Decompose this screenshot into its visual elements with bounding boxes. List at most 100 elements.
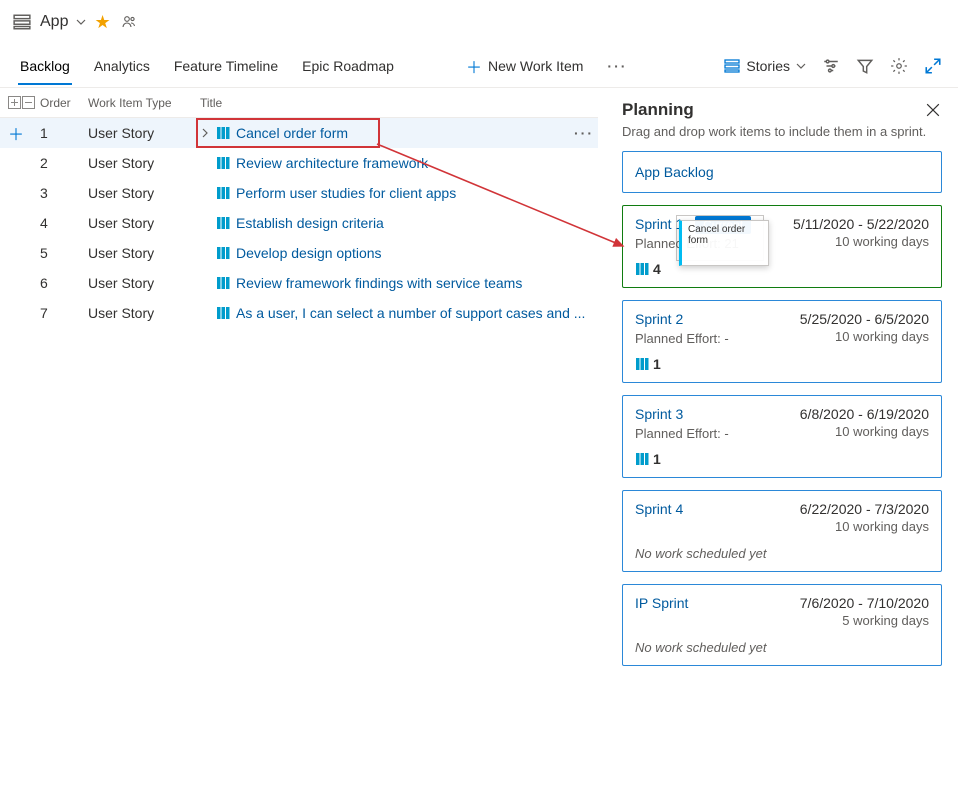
- cell-type: User Story: [88, 215, 200, 231]
- tab-backlog[interactable]: Backlog: [8, 48, 82, 84]
- cell-type: User Story: [88, 245, 200, 261]
- tab-feature-timeline[interactable]: Feature Timeline: [162, 48, 290, 84]
- fullscreen-icon[interactable]: [924, 57, 942, 75]
- table-row[interactable]: 2User Story Review architecture framework: [0, 148, 598, 178]
- table-row[interactable]: 4User Story Establish design criteria: [0, 208, 598, 238]
- add-child-button[interactable]: ＋: [8, 121, 40, 145]
- cell-order: 6: [40, 275, 88, 291]
- close-icon[interactable]: [926, 102, 942, 118]
- work-item-title: As a user, I can select a number of supp…: [236, 305, 585, 321]
- sprint-card[interactable]: Sprint 3 6/8/2020 - 6/19/2020 Planned Ef…: [622, 395, 942, 478]
- sprint-card[interactable]: IP Sprint 7/6/2020 - 7/10/2020 5 working…: [622, 584, 942, 666]
- sprint-days: 10 working days: [835, 234, 929, 251]
- cell-title[interactable]: Perform user studies for client apps: [200, 185, 598, 201]
- grid-header-row: Order Work Item Type Title: [0, 88, 598, 118]
- cell-title[interactable]: Review architecture framework: [200, 155, 598, 171]
- sprint-dates: 5/11/2020 - 5/22/2020: [793, 216, 929, 232]
- chevron-right-icon[interactable]: [200, 128, 210, 138]
- col-header-title[interactable]: Title: [200, 96, 598, 110]
- sprint-empty: No work scheduled yet: [635, 640, 929, 655]
- chevron-down-icon[interactable]: [76, 17, 86, 27]
- cell-title[interactable]: Establish design criteria: [200, 215, 598, 231]
- work-item-title: Perform user studies for client apps: [236, 185, 456, 201]
- sprint-dates: 6/8/2020 - 6/19/2020: [800, 406, 929, 422]
- cell-order: 4: [40, 215, 88, 231]
- tab-epic-roadmap[interactable]: Epic Roadmap: [290, 48, 406, 84]
- new-work-item-button[interactable]: ＋ New Work Item: [466, 54, 583, 78]
- sprint-name[interactable]: Sprint 4: [635, 501, 683, 517]
- more-actions-button[interactable]: ···: [607, 58, 627, 74]
- cell-order: 7: [40, 305, 88, 321]
- cell-order: 1: [40, 125, 88, 141]
- cell-type: User Story: [88, 125, 200, 141]
- cell-title[interactable]: Review framework findings with service t…: [200, 275, 598, 291]
- sprint-dates: 5/25/2020 - 6/5/2020: [800, 311, 929, 327]
- sprint-count: 4: [635, 261, 929, 277]
- backlog-card-label: App Backlog: [635, 164, 714, 180]
- new-work-item-label: New Work Item: [488, 58, 583, 74]
- cell-type: User Story: [88, 155, 200, 171]
- sprint-card[interactable]: Sprint 2 5/25/2020 - 6/5/2020 Planned Ef…: [622, 300, 942, 383]
- cell-title[interactable]: Cancel order form: [200, 125, 570, 141]
- cell-type: User Story: [88, 185, 200, 201]
- work-item-title: Review architecture framework: [236, 155, 428, 171]
- cell-type: User Story: [88, 275, 200, 291]
- favorite-star-icon[interactable]: ★: [94, 12, 110, 33]
- current-badge: Current: [695, 216, 751, 234]
- sprint-dates: 6/22/2020 - 7/3/2020: [800, 501, 929, 517]
- settings-gear-icon[interactable]: [890, 57, 908, 75]
- sprint-count: 1: [635, 451, 929, 467]
- cell-order: 3: [40, 185, 88, 201]
- table-row[interactable]: 3User Story Perform user studies for clie…: [0, 178, 598, 208]
- cell-title[interactable]: Develop design options: [200, 245, 598, 261]
- cell-order: 2: [40, 155, 88, 171]
- sprint-empty: No work scheduled yet: [635, 546, 929, 561]
- stories-icon: [724, 58, 740, 74]
- sprint-days: 5 working days: [842, 613, 929, 628]
- work-item-title: Cancel order form: [236, 125, 348, 141]
- panel-subtitle: Drag and drop work items to include them…: [622, 124, 942, 139]
- sprint-dates: 7/6/2020 - 7/10/2020: [800, 595, 929, 611]
- col-header-order[interactable]: Order: [40, 96, 88, 110]
- filter-icon[interactable]: [856, 57, 874, 75]
- tab-analytics[interactable]: Analytics: [82, 48, 162, 84]
- team-icon[interactable]: [119, 12, 139, 32]
- row-more-actions[interactable]: ···: [570, 125, 598, 141]
- sprint-name[interactable]: Sprint 1: [635, 216, 683, 232]
- backlog-level-icon: [12, 12, 32, 32]
- table-row[interactable]: 7User Story As a user, I can select a num…: [0, 298, 598, 328]
- sprint-name[interactable]: IP Sprint: [635, 595, 688, 611]
- view-selector[interactable]: Stories: [724, 58, 806, 74]
- work-item-title: Review framework findings with service t…: [236, 275, 522, 291]
- sprint-name[interactable]: Sprint 3: [635, 406, 683, 422]
- cell-type: User Story: [88, 305, 200, 321]
- app-title[interactable]: App: [40, 13, 68, 31]
- filter-settings-icon[interactable]: [822, 57, 840, 75]
- table-row[interactable]: ＋1User Story Cancel order form ···: [0, 118, 598, 148]
- sprint-effort: Planned Effort: -: [635, 331, 729, 346]
- sprint-name[interactable]: Sprint 2: [635, 311, 683, 327]
- tab-bar: Backlog Analytics Feature Timeline Epic …: [0, 44, 958, 88]
- table-row[interactable]: 6User Story Review framework findings wit…: [0, 268, 598, 298]
- backlog-card[interactable]: App Backlog: [622, 151, 942, 193]
- app-header: App ★: [0, 0, 958, 44]
- collapse-all-icon[interactable]: [22, 96, 35, 109]
- sprint-card[interactable]: Sprint 1 Current 5/11/2020 - 5/22/2020 P…: [622, 205, 942, 288]
- chevron-down-icon: [796, 61, 806, 71]
- sprint-effort: Planned Effort: 21: [635, 236, 739, 251]
- col-header-type[interactable]: Work Item Type: [88, 96, 200, 110]
- sprint-card[interactable]: Sprint 4 6/22/2020 - 7/3/2020 10 working…: [622, 490, 942, 572]
- work-item-title: Establish design criteria: [236, 215, 384, 231]
- cell-title[interactable]: As a user, I can select a number of supp…: [200, 305, 598, 321]
- planning-panel: Planning Drag and drop work items to inc…: [598, 88, 958, 787]
- panel-title: Planning: [622, 100, 694, 120]
- backlog-grid: Order Work Item Type Title ＋1User StoryC…: [0, 88, 598, 787]
- plus-icon: ＋: [466, 54, 482, 78]
- view-selector-label: Stories: [746, 58, 790, 74]
- sprint-days: 10 working days: [835, 424, 929, 441]
- expand-collapse-header[interactable]: [8, 96, 40, 109]
- sprint-days: 10 working days: [835, 329, 929, 346]
- sprint-effort: Planned Effort: -: [635, 426, 729, 441]
- expand-all-icon[interactable]: [8, 96, 21, 109]
- table-row[interactable]: 5User StoryDevelop design options: [0, 238, 598, 268]
